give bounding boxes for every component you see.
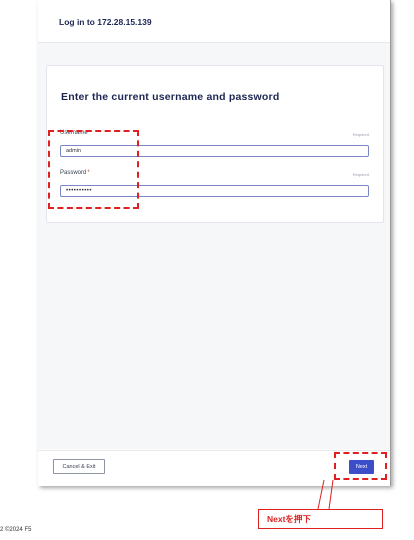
copyright-text: 2 ©2024 F5 bbox=[0, 527, 32, 533]
next-callout: Nextを押下 bbox=[258, 509, 383, 529]
callout-pointer-line bbox=[317, 479, 325, 510]
callout-pointer bbox=[317, 479, 334, 510]
callout-pointer-line-2 bbox=[328, 479, 334, 510]
